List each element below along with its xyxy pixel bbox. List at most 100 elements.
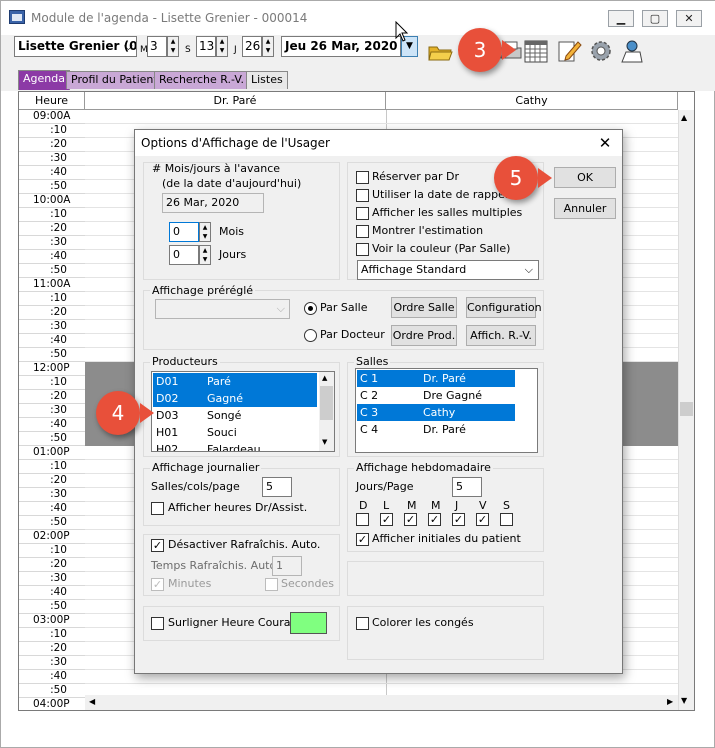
list-item-name: Dr. Paré [423,423,466,436]
column-header-cathy[interactable]: Cathy [386,92,678,110]
option-label: Voir la couleur (Par Salle) [372,242,511,255]
chevron-down-icon: ⌵ [123,39,133,53]
list-item[interactable]: D01 Paré [153,373,317,390]
dialog-close-icon[interactable]: ✕ [592,133,618,153]
day-checkbox[interactable]: ✓ [452,513,465,526]
time-slot-label: 09:00A [19,110,85,124]
afficher-initiales-checkbox[interactable]: ✓ [356,533,369,546]
mois-input[interactable]: 0 [169,222,199,242]
desactiver-checkbox[interactable]: ✓ [151,539,164,552]
list-item[interactable]: C 3 Cathy [357,404,515,421]
time-slot-label: 03:00P [19,614,85,628]
afficher-heures-checkbox[interactable] [151,502,164,515]
salles-cols-input[interactable]: 5 [262,477,292,497]
colorer-conges-checkbox[interactable] [356,617,369,630]
provider-select[interactable]: Lisette Grenier (0 ⌵ [14,36,137,57]
close-button[interactable]: ✕ [676,10,702,27]
day-checkbox[interactable]: ✓ [380,513,393,526]
preset-label: Affichage préréglé [150,284,256,297]
producteurs-scrollbar[interactable]: ▲ ▼ [319,372,334,451]
maximize-button[interactable]: ▢ [642,10,668,27]
date-picker[interactable]: Jeu 26 Mar, 2020 [281,36,401,57]
journalier-label: Affichage journalier [150,461,262,474]
tab-agenda[interactable]: Agenda [18,70,70,90]
day-checkbox[interactable]: ✓ [404,513,417,526]
month-spin-input[interactable]: 3 [147,36,167,57]
list-item[interactable]: C 1 Dr. Paré [357,370,515,387]
scroll-down-icon[interactable]: ▼ [681,696,687,705]
chevron-down-icon: ⌵ [524,263,533,276]
day-checkbox[interactable]: ✓ [476,513,489,526]
temps-label: Temps Rafraîchis. Auto. [151,559,280,572]
time-slot-label: :40 [19,586,85,600]
scroll-up-icon[interactable]: ▲ [681,113,687,122]
callout-3: 3 [458,28,502,72]
option-checkbox[interactable] [356,189,369,202]
heure-header: Heure [19,92,85,110]
day-letter: J [455,499,459,512]
list-item[interactable]: D02 Gagné [153,390,317,407]
jours-label: Jours [219,248,247,261]
list-item[interactable]: H01 Souci [153,424,317,441]
ordre-prod-button[interactable]: Ordre Prod. [391,325,457,346]
surligner-checkbox[interactable] [151,617,164,630]
day-checkbox[interactable]: ✓ [428,513,441,526]
salles-list[interactable]: C 1 Dr. Paré C 2 Dre Gagné C 3 Cathy C 4 Dr. Pa… [355,368,538,453]
calendar-grid-icon[interactable] [523,38,549,64]
option-checkbox[interactable] [356,207,369,220]
jours-page-input[interactable]: 5 [452,477,482,497]
settings-gear-icon[interactable] [588,38,614,64]
cancel-button[interactable]: Annuler [554,198,616,219]
list-item[interactable]: C 4 Dr. Paré [357,421,515,438]
tab-profil-patient[interactable]: Profil du Patient [66,71,163,89]
month-spin-arrows[interactable]: ▲ ▼ [167,36,179,57]
vertical-scrollbar[interactable]: ▲ ▼ [678,110,694,710]
producteurs-label: Producteurs [150,355,220,368]
scroll-left-icon[interactable]: ◀ [89,697,95,706]
list-item[interactable]: H02 Falardeau [153,441,317,451]
preset-select[interactable]: ⌵ [155,299,290,319]
mois-spin-arrows[interactable]: ▲ ▼ [199,222,211,242]
list-item[interactable]: C 2 Dre Gagné [357,387,515,404]
horizontal-scrollbar[interactable]: ◀ ▶ [85,695,678,710]
par-salle-radio[interactable] [304,302,317,315]
par-docteur-radio[interactable] [304,329,317,342]
display-mode-select[interactable]: Affichage Standard ⌵ [357,260,539,280]
list-item[interactable]: D03 Songé [153,407,317,424]
week-spin-arrows[interactable]: ▲ ▼ [216,36,228,57]
affich-rv-button[interactable]: Affich. R.-V. [466,325,536,346]
jours-spin-arrows[interactable]: ▲ ▼ [199,245,211,265]
minimize-button[interactable]: ▁ [608,10,634,27]
scroll-right-icon[interactable]: ▶ [667,697,673,706]
column-header-dr-pare[interactable]: Dr. Paré [85,92,386,110]
tab-recherche-rv[interactable]: Recherche R.-V. [154,71,249,89]
ok-button[interactable]: OK [554,167,616,188]
day-spin-arrows[interactable]: ▲ ▼ [262,36,274,57]
option-checkbox[interactable] [356,225,369,238]
ordre-salle-button[interactable]: Ordre Salle [391,297,457,318]
option-checkbox[interactable] [356,171,369,184]
display-options-dialog: Options d'Affichage de l'Usager ✕ # Mois… [134,129,623,674]
time-slot-label: :10 [19,628,85,642]
configuration-button[interactable]: Configuration [466,297,542,318]
day-spin-input[interactable]: 26 [242,36,262,57]
scroll-up-icon[interactable]: ▲ [322,374,327,382]
time-slot-label: :50 [19,516,85,530]
edit-pencil-icon[interactable] [556,38,582,64]
jours-input[interactable]: 0 [169,245,199,265]
time-slot-label: :40 [19,250,85,264]
scroll-down-icon[interactable]: ▼ [322,438,327,446]
highlight-color-swatch[interactable] [290,612,327,634]
day-checkbox[interactable] [356,513,369,526]
scroll-thumb[interactable] [680,402,693,416]
scroll-thumb[interactable] [320,386,333,420]
agenda-window: Module de l'agenda - Lisette Grenier - 0… [0,0,715,748]
week-spin-input[interactable]: 13 [196,36,216,57]
option-checkbox[interactable] [356,243,369,256]
tab-listes[interactable]: Listes [246,71,288,89]
day-checkbox[interactable] [500,513,513,526]
folder-icon[interactable] [427,38,453,64]
producteurs-list[interactable]: D01 Paré D02 Gagné D03 Songé H01 Souci H02 Falard… [151,371,335,452]
par-docteur-label: Par Docteur [320,328,385,341]
help-assistant-icon[interactable] [618,38,644,64]
